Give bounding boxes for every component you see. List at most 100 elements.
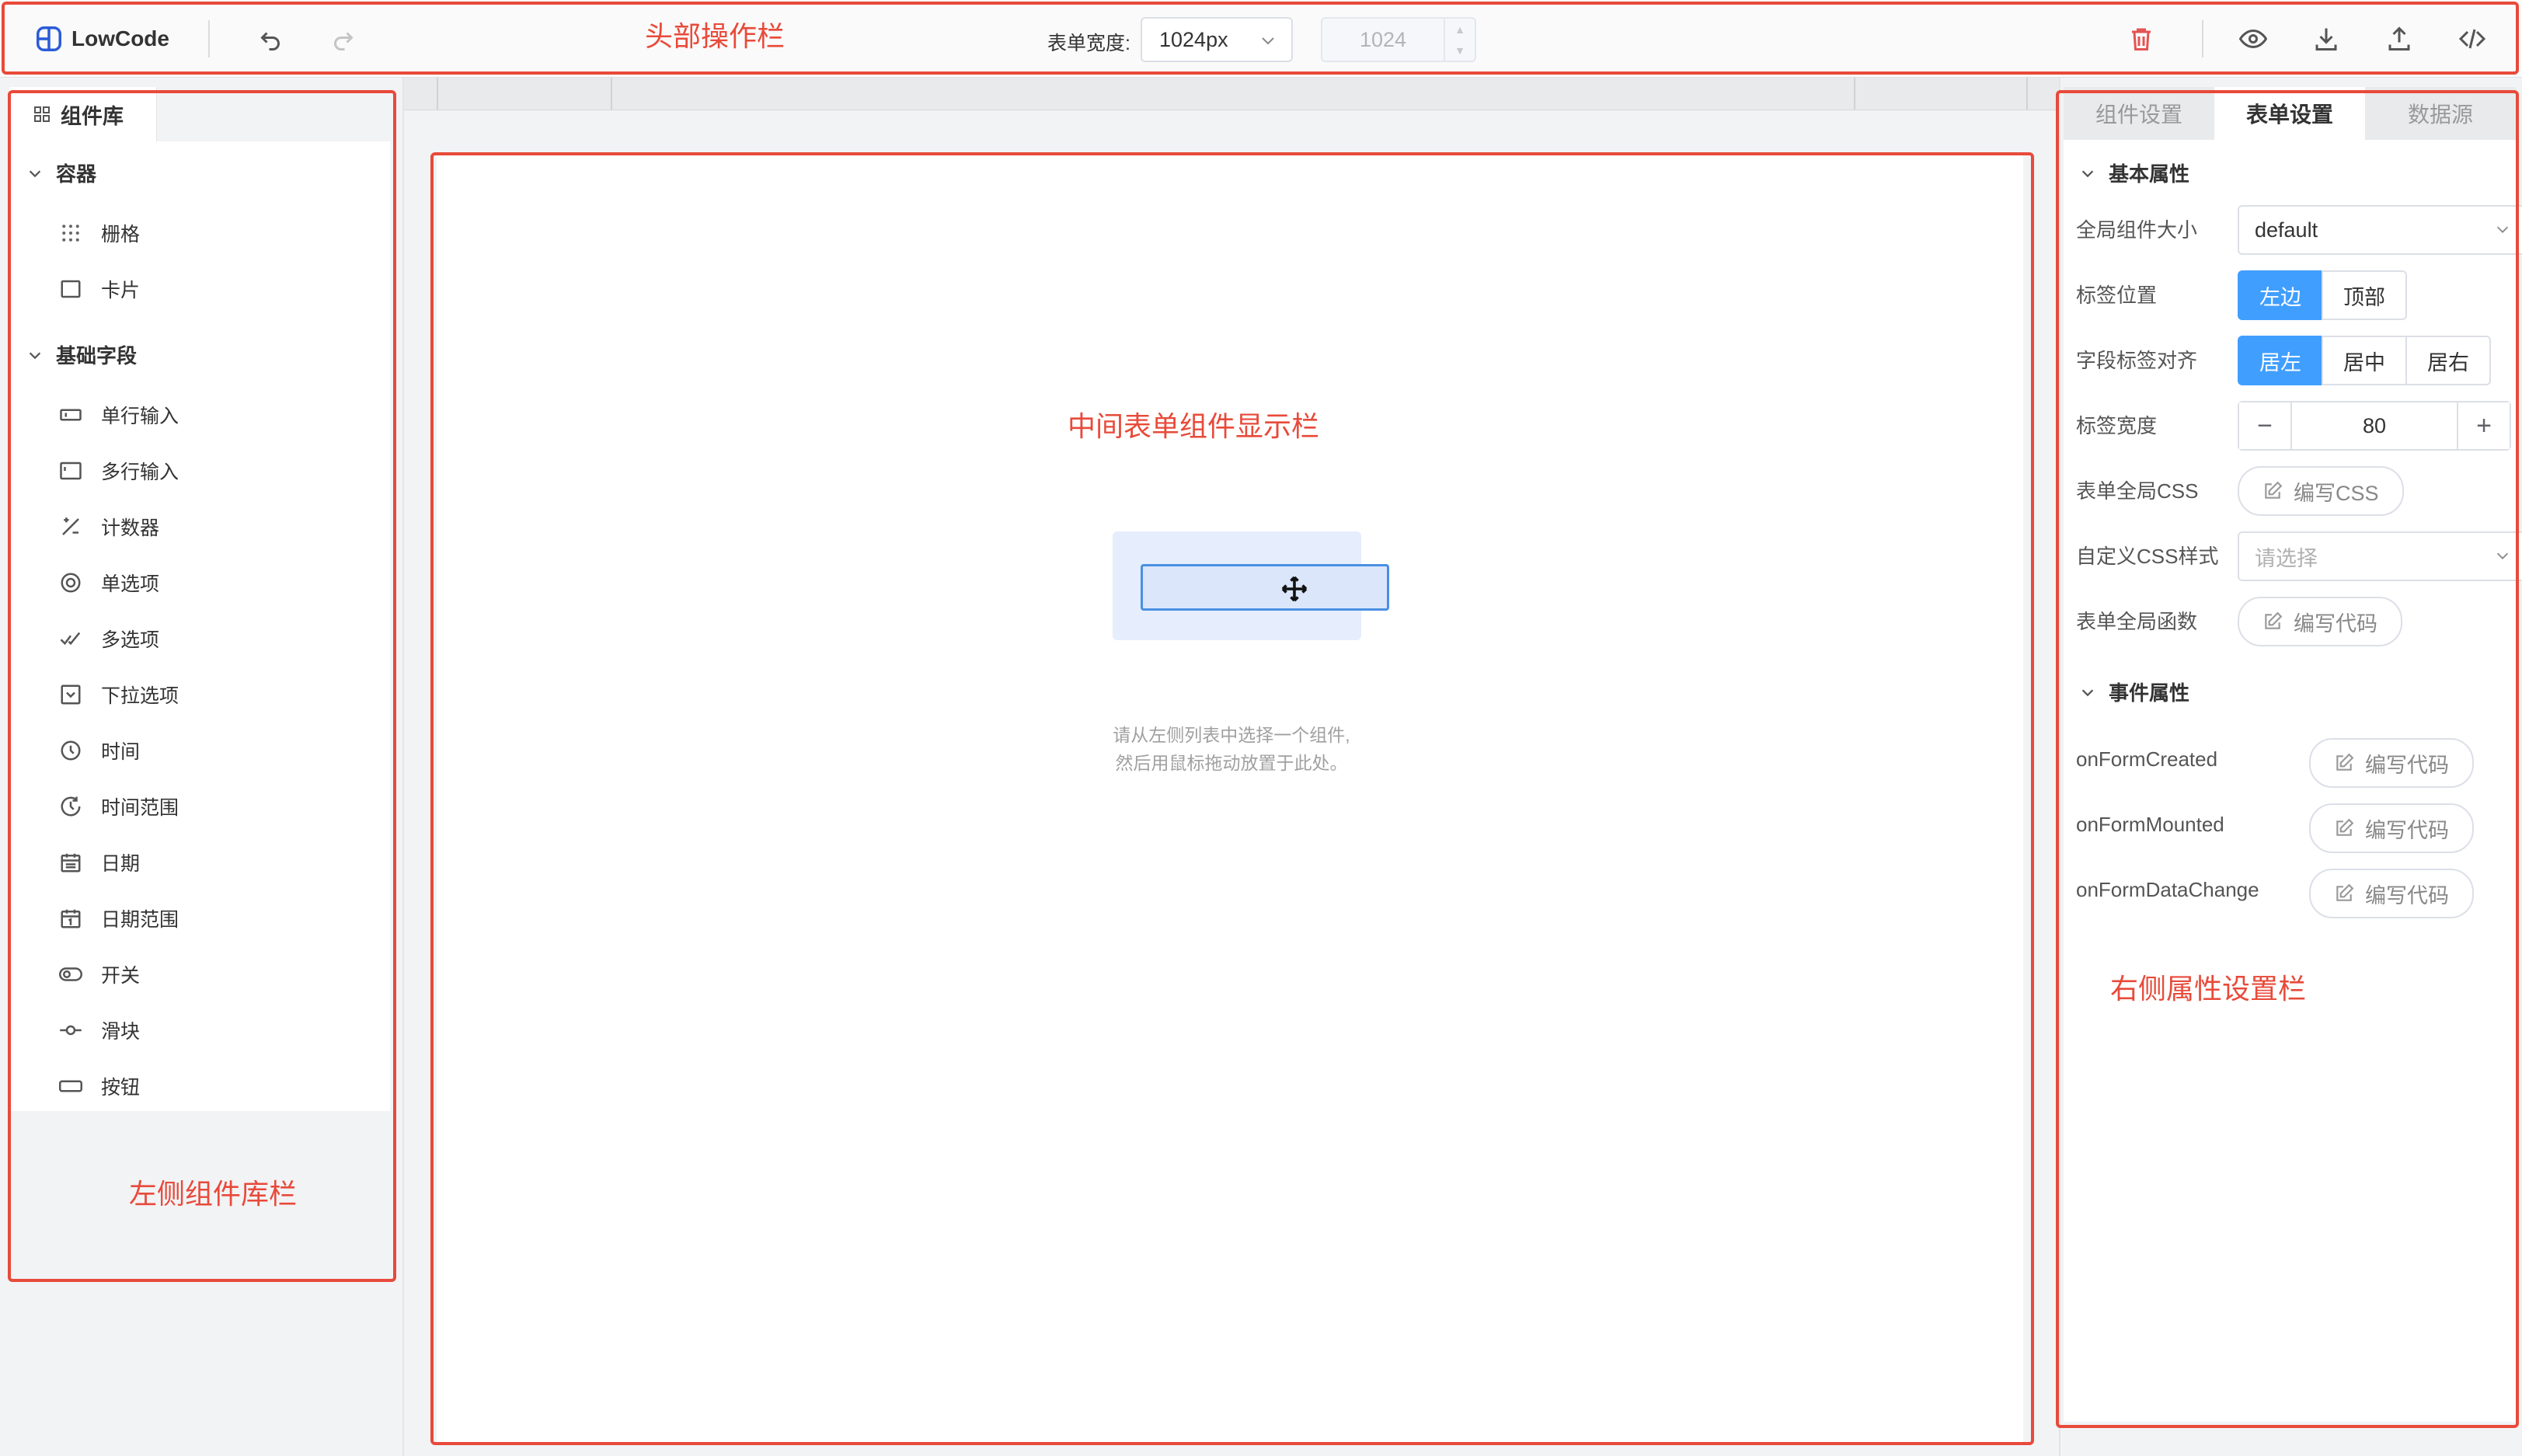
checkbox-icon — [60, 632, 81, 646]
stepper-down-icon[interactable]: ▼ — [1445, 40, 1475, 61]
event-write-code-button[interactable]: 编写代码 — [2309, 869, 2474, 918]
textarea-icon — [60, 462, 82, 480]
label-position-label: 标签位置 — [2076, 284, 2158, 307]
delete-button[interactable] — [2120, 17, 2163, 61]
button-label: 编写代码 — [2365, 818, 2449, 842]
hint-line: 请从左侧列表中选择一个组件, — [1113, 725, 1350, 745]
chevron-down-icon — [29, 169, 41, 177]
list-item[interactable]: 滑块 — [59, 1016, 140, 1044]
list-item[interactable]: 卡片 — [59, 275, 140, 303]
logo-icon — [37, 26, 61, 51]
list-item[interactable]: 下拉选项 — [59, 681, 179, 709]
global-size-select[interactable]: default — [2238, 205, 2522, 255]
label-position-left[interactable]: 左边 — [2238, 270, 2323, 320]
list-item[interactable]: 多选项 — [59, 625, 159, 653]
tab-data-source[interactable]: 数据源 — [2365, 87, 2516, 140]
radio-icon — [61, 573, 81, 593]
export-button[interactable] — [2377, 17, 2421, 61]
list-item[interactable]: 开关 — [59, 960, 140, 988]
list-item[interactable]: 栅格 — [59, 219, 140, 247]
section-basic-properties[interactable]: 基本属性 — [2079, 158, 2189, 187]
event-write-code-button[interactable]: 编写代码 — [2309, 738, 2474, 788]
group-title: 容器 — [56, 162, 97, 186]
label-align-right[interactable]: 居右 — [2405, 336, 2491, 385]
select-icon — [61, 684, 81, 705]
event-write-code-button[interactable]: 编写代码 — [2309, 803, 2474, 853]
item-label: 卡片 — [101, 280, 141, 301]
group-container[interactable]: 容器 — [26, 158, 96, 187]
undo-icon — [260, 32, 280, 51]
import-button[interactable] — [2304, 17, 2348, 61]
item-label: 按钮 — [101, 1077, 141, 1099]
undo-button[interactable] — [249, 17, 292, 61]
event-label: onFormCreated — [2076, 747, 2218, 771]
empty-canvas-hint: 请从左侧列表中选择一个组件, 然后用鼠标拖动放置于此处。 — [1026, 721, 1437, 777]
preview-button[interactable] — [2231, 17, 2275, 61]
chevron-down-icon — [2081, 688, 2094, 696]
label-position-top[interactable]: 顶部 — [2322, 270, 2407, 320]
hint-line: 然后用鼠标拖动放置于此处。 — [1115, 753, 1348, 773]
tab-component-library[interactable]: 组件库 — [9, 87, 157, 141]
item-label: 日期 — [101, 853, 141, 875]
write-code-button[interactable]: 编写代码 — [2238, 597, 2402, 646]
list-item[interactable]: 计数器 — [59, 513, 159, 541]
button-icon — [59, 1080, 82, 1092]
decrement-button[interactable]: − — [2239, 402, 2290, 449]
chevron-down-icon — [29, 351, 41, 359]
redo-icon — [334, 32, 354, 51]
form-width-select[interactable]: 1024px — [1141, 17, 1293, 62]
edit-icon — [2265, 481, 2283, 499]
group-title: 基础字段 — [56, 344, 138, 367]
group-basic-fields[interactable]: 基础字段 — [26, 340, 137, 369]
list-item[interactable]: 日期范围 — [59, 904, 179, 932]
slider-icon — [60, 1025, 82, 1036]
annotation-center: 中间表单组件显示栏 — [1068, 410, 1320, 442]
redo-button[interactable] — [322, 17, 365, 61]
event-label: onFormMounted — [2076, 813, 2224, 836]
edit-icon — [2265, 611, 2283, 629]
label-position-group: 左边 顶部 — [2238, 270, 2407, 320]
number-stepper[interactable]: ▲ ▼ — [1444, 19, 1475, 61]
custom-css-select[interactable]: 请选择 — [2238, 531, 2522, 581]
annotation-header: 头部操作栏 — [645, 20, 786, 52]
event-label: onFormDataChange — [2076, 878, 2259, 901]
tab-form-settings[interactable]: 表单设置 — [2214, 87, 2365, 140]
button-label: 编写代码 — [2365, 883, 2449, 907]
list-item[interactable]: 单行输入 — [59, 401, 179, 429]
button-label: 编写代码 — [2365, 753, 2449, 777]
section-event-properties[interactable]: 事件属性 — [2079, 677, 2189, 706]
list-item[interactable]: 时间 — [59, 737, 140, 765]
global-size-value: default — [2255, 218, 2318, 242]
tab-component-settings[interactable]: 组件设置 — [2064, 87, 2214, 140]
list-item[interactable]: 多行输入 — [59, 457, 179, 485]
list-item[interactable]: 按钮 — [59, 1072, 140, 1100]
ruler-tick — [2026, 78, 2028, 110]
list-item[interactable]: 日期 — [59, 848, 140, 876]
export-icon — [2388, 26, 2410, 51]
label-align-center[interactable]: 居中 — [2322, 336, 2407, 385]
code-button[interactable] — [2451, 17, 2494, 61]
chevron-down-icon — [2496, 226, 2509, 233]
item-label: 下拉选项 — [101, 685, 179, 707]
time-range-icon — [61, 796, 81, 817]
list-item[interactable]: 单选项 — [59, 569, 159, 597]
form-canvas[interactable] — [437, 155, 2023, 1442]
annotation-left: 左侧组件库栏 — [129, 1178, 298, 1210]
card-icon — [61, 280, 81, 298]
global-css-label: 表单全局CSS — [2076, 479, 2199, 503]
write-css-button[interactable]: 编写CSS — [2238, 466, 2404, 516]
logo-text: LowCode — [71, 26, 169, 51]
date-range-icon — [61, 909, 81, 928]
increment-button[interactable]: + — [2458, 402, 2510, 449]
list-item[interactable]: 时间范围 — [59, 792, 179, 820]
label-align-left[interactable]: 居左 — [2238, 336, 2323, 385]
delete-icon — [2132, 28, 2151, 51]
switch-icon — [59, 967, 82, 981]
drag-preview-input[interactable] — [1141, 564, 1389, 611]
item-label: 栅格 — [101, 224, 141, 246]
label-width-value[interactable]: 80 — [2290, 402, 2458, 449]
stepper-up-icon[interactable]: ▲ — [1445, 19, 1475, 40]
item-label: 开关 — [101, 965, 141, 987]
form-width-number-input[interactable]: 1024 ▲ ▼ — [1321, 17, 1476, 62]
divider — [2202, 20, 2203, 57]
